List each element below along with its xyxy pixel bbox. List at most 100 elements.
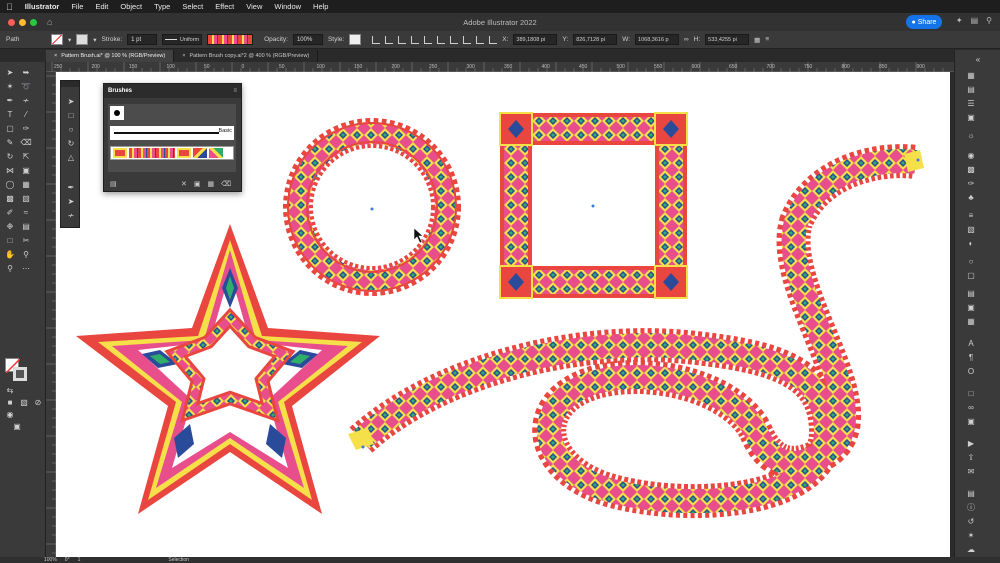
zoom-tool-icon[interactable]: ⚲ <box>19 248 33 260</box>
link-icon[interactable]: ∞ <box>684 36 689 43</box>
mesh-tool-icon[interactable]: ▩ <box>3 192 17 204</box>
menu-edit[interactable]: Edit <box>95 2 108 11</box>
y-field[interactable]: 826,7128 pi <box>573 34 618 45</box>
sun-icon[interactable]: ☼ <box>965 130 977 140</box>
none-mode-icon[interactable]: ⊘ <box>31 396 45 408</box>
panel-menu-icon[interactable]: ≡ <box>765 36 769 43</box>
column-graph-icon[interactable]: ▤ <box>19 220 33 232</box>
menu-help[interactable]: Help <box>313 2 328 11</box>
swatches-icon[interactable]: ▩ <box>965 164 977 174</box>
curvature-tool-icon[interactable]: ≁ <box>64 209 78 221</box>
artboard-tool-icon[interactable]: □ <box>3 234 17 246</box>
anchor-tool-icon[interactable]: ➤ <box>64 195 78 207</box>
align-icon[interactable] <box>372 35 381 44</box>
stroke-icon[interactable]: ≡ <box>965 210 977 220</box>
graphic-style-swatch[interactable] <box>349 34 362 45</box>
options-icon[interactable]: ▣ <box>194 180 201 188</box>
align-icon[interactable] <box>398 35 407 44</box>
fill-swatch[interactable] <box>51 34 63 45</box>
search-icon[interactable]: ⚲ <box>986 16 992 25</box>
pathfinder-icon[interactable]: ▣ <box>965 302 977 312</box>
rotate-tool-icon[interactable]: ↻ <box>3 150 17 162</box>
css-icon[interactable]: ▤ <box>965 488 977 498</box>
align-icon[interactable] <box>463 35 472 44</box>
basic-brush[interactable] <box>110 126 234 140</box>
menu-type[interactable]: Type <box>154 2 170 11</box>
collapse-panels-icon[interactable]: « <box>957 54 999 64</box>
panel-menu-icon[interactable]: ≡ <box>233 88 237 94</box>
brushes-icon[interactable]: ✑ <box>965 178 977 188</box>
w-field[interactable]: 1068,3616 p <box>635 34 680 45</box>
perspective-grid-icon[interactable]: ▦ <box>19 178 33 190</box>
new-brush-icon[interactable]: ▦ <box>207 180 214 188</box>
color-mode-icon[interactable]: ■ <box>3 396 17 408</box>
transform-icon[interactable]: ▦ <box>965 316 977 326</box>
trash-icon[interactable]: ⌫ <box>221 180 231 188</box>
brushes-panel-header[interactable]: Brushes ≡ <box>104 84 241 98</box>
selection-tool-icon[interactable]: ➤ <box>3 66 17 78</box>
info-icon[interactable]: ⓘ <box>965 502 977 512</box>
slice-tool-icon[interactable]: ✂ <box>19 234 33 246</box>
type-tool-icon[interactable]: T <box>3 108 17 120</box>
menu-effect[interactable]: Effect <box>215 2 234 11</box>
brush-definition-dropdown[interactable] <box>207 34 254 45</box>
home-icon[interactable]: ⌂ <box>47 17 52 27</box>
gradient-icon[interactable]: ▧ <box>965 224 977 234</box>
blend-tool-icon[interactable]: ≈ <box>19 206 33 218</box>
opacity-field[interactable]: 100% <box>292 34 323 45</box>
app-menu[interactable]: Illustrator <box>25 2 60 11</box>
direct-selection-tool-icon[interactable]: ➥ <box>19 66 33 78</box>
shape-tool-icon[interactable]: ○ <box>64 123 78 135</box>
align-icon[interactable]: ▤ <box>965 288 977 298</box>
zoom-window-button[interactable] <box>30 18 37 26</box>
links-icon[interactable]: ∞ <box>965 402 977 412</box>
comments-icon[interactable]: ✉ <box>965 466 977 476</box>
artboard-number[interactable]: 1 <box>78 557 81 563</box>
circle-artwork[interactable] <box>283 118 461 296</box>
h-field[interactable]: 533,4255 pi <box>705 34 750 45</box>
style-label[interactable]: Style: <box>328 36 344 43</box>
align-icon[interactable] <box>424 35 433 44</box>
stroke-weight-field[interactable]: 1 pt <box>127 34 158 45</box>
align-icon[interactable] <box>476 35 485 44</box>
draw-mode-icon[interactable]: ◉ <box>3 408 17 420</box>
rotate-tool-icon[interactable]: ↻ <box>64 137 78 149</box>
opentype-icon[interactable]: O <box>965 366 977 376</box>
curvature-tool-icon[interactable]: ≁ <box>19 94 33 106</box>
line-tool-icon[interactable]: ⁄ <box>19 108 33 120</box>
pen-tool-icon[interactable]: ✒ <box>64 181 78 193</box>
pattern-brush-selected[interactable] <box>110 146 234 160</box>
chevron-down-icon[interactable]: ▾ <box>93 36 96 44</box>
align-icon[interactable] <box>450 35 459 44</box>
image-icon[interactable]: ▣ <box>965 112 977 122</box>
apple-icon[interactable]:  <box>6 2 13 12</box>
tab-pattern-brush-copy[interactable]: × Pattern Brush copy.ai*2 @ 400 % (RGB/P… <box>174 50 319 62</box>
square-artwork[interactable] <box>499 112 688 299</box>
workspace-icon[interactable]: ▤ <box>971 16 979 25</box>
lasso-icon[interactable]: ➰ <box>19 80 33 92</box>
gradient-mode-icon[interactable]: ▧ <box>17 396 31 408</box>
menu-window[interactable]: Window <box>274 2 301 11</box>
history-icon[interactable]: ↺ <box>965 516 977 526</box>
selection-tool-icon[interactable]: ➤ <box>64 95 78 107</box>
hand-tool-icon[interactable]: ✋ <box>3 248 17 260</box>
shaper-tool-icon[interactable]: ✎ <box>3 136 17 148</box>
remove-brush-stroke-icon[interactable]: ✕ <box>181 180 187 188</box>
reflect-tool-icon[interactable]: △ <box>64 151 78 163</box>
lightbulb-icon[interactable]: ✦ <box>956 16 963 25</box>
brush-libraries-icon[interactable]: ▤ <box>110 180 117 188</box>
scale-tool-icon[interactable]: ⇱ <box>19 150 33 162</box>
swap-colors-icon[interactable]: ⇆ <box>3 384 17 396</box>
chevron-down-icon[interactable]: ▾ <box>68 36 71 44</box>
brushes-panel[interactable]: Brushes ≡ Basic ▤ ✕ ▣ ▦ ⌫ <box>103 83 242 192</box>
rectangle-tool-icon[interactable]: □ <box>64 109 78 121</box>
magic-wand-icon[interactable]: ✶ <box>965 530 977 540</box>
graphic-styles-icon[interactable]: ▢ <box>965 270 977 280</box>
share-button[interactable]: ● Share <box>906 15 942 29</box>
variable-width-profile[interactable]: Uniform <box>162 34 203 45</box>
stroke-label[interactable]: Stroke: <box>102 36 123 43</box>
stroke-color-swatch[interactable] <box>13 367 27 381</box>
magic-wand-icon[interactable]: ✶ <box>3 80 17 92</box>
character-icon[interactable]: A <box>965 338 977 348</box>
menu-select[interactable]: Select <box>182 2 203 11</box>
